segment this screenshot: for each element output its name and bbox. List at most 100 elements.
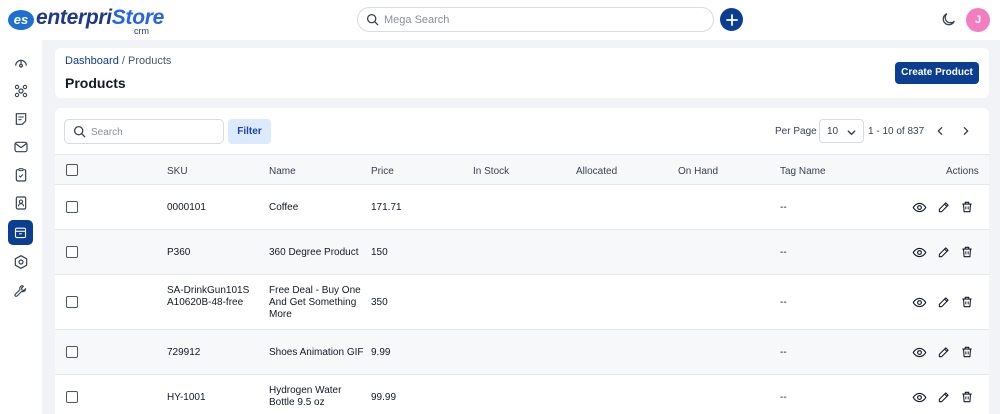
eye-icon (912, 202, 927, 213)
edit-button[interactable] (937, 345, 951, 359)
sidebar-item-dashboard[interactable] (8, 50, 33, 75)
tools-icon (13, 284, 26, 297)
edit-button[interactable] (937, 295, 951, 309)
next-page-button[interactable] (957, 122, 975, 140)
cell-tag-name: -- (780, 392, 787, 403)
sidebar-item-tools[interactable] (8, 278, 33, 303)
view-button[interactable] (912, 245, 927, 260)
trash-icon (962, 296, 972, 308)
cell-price: 99.99 (371, 392, 397, 403)
cell-price: 150 (371, 247, 388, 258)
row-checkbox[interactable] (66, 346, 78, 358)
delete-button[interactable] (960, 390, 974, 404)
table-header: SKU Name Price In Stock Allocated On Han… (55, 154, 989, 185)
cell-sku: P360 (167, 247, 191, 258)
sidebar-item-products[interactable] (8, 220, 33, 245)
sidebar-item-mail[interactable] (8, 134, 33, 159)
plus-icon (725, 13, 738, 26)
contacts-icon (15, 195, 26, 210)
orders-icon (15, 112, 26, 125)
per-page-label: Per Page (775, 126, 817, 137)
sidebar-item-settings[interactable] (8, 249, 33, 274)
eye-icon (912, 247, 927, 258)
logo-name-part1: enterpri (36, 6, 112, 29)
table-row[interactable]: 0000101 Coffee 171.71 -- (55, 185, 989, 230)
per-page-select[interactable]: 10 (819, 119, 864, 143)
sidebar-item-integrations[interactable] (8, 78, 33, 103)
dark-mode-toggle[interactable] (940, 11, 957, 28)
select-all-checkbox[interactable] (66, 164, 78, 176)
chevron-down-icon (846, 127, 857, 138)
trash-icon (962, 201, 972, 213)
breadcrumb-separator: / (118, 55, 128, 67)
mail-icon (13, 141, 28, 152)
mega-search-box[interactable] (357, 7, 714, 32)
edit-button[interactable] (937, 200, 951, 214)
sidebar-item-contacts[interactable] (8, 190, 33, 215)
page-header: Dashboard / Products Products Create Pro… (55, 48, 989, 98)
row-checkbox[interactable] (66, 296, 78, 308)
eye-icon (912, 347, 927, 358)
column-header-name[interactable]: Name (269, 166, 296, 177)
edit-icon (938, 297, 949, 308)
top-bar: es enterpriStore crm J (0, 0, 1000, 40)
sidebar (0, 40, 42, 414)
trash-icon (962, 346, 972, 358)
moon-icon (942, 13, 955, 26)
sidebar-item-tasks[interactable] (8, 162, 33, 187)
delete-button[interactable] (960, 345, 974, 359)
prev-page-button[interactable] (931, 122, 949, 140)
create-product-button[interactable]: Create Product (895, 62, 979, 84)
edit-icon (938, 392, 949, 403)
cell-name: 360 Degree Product (269, 247, 359, 258)
column-header-tag-name[interactable]: Tag Name (780, 166, 826, 177)
user-avatar[interactable]: J (966, 8, 990, 32)
edit-button[interactable] (937, 245, 951, 259)
view-button[interactable] (912, 295, 927, 310)
mega-search-input[interactable] (384, 11, 704, 29)
chevron-right-icon (963, 127, 969, 135)
delete-button[interactable] (960, 200, 974, 214)
filter-button[interactable]: Filter (228, 119, 271, 144)
table-row[interactable]: P360 360 Degree Product 150 -- (55, 230, 989, 275)
row-checkbox[interactable] (66, 201, 78, 213)
app-logo[interactable]: es enterpriStore crm (8, 6, 168, 36)
eye-icon (912, 392, 927, 403)
table-search-input[interactable] (91, 123, 217, 141)
logo-sub: crm (134, 26, 149, 36)
row-checkbox[interactable] (66, 391, 78, 403)
cell-price: 9.99 (371, 347, 391, 358)
edit-icon (938, 347, 949, 358)
delete-button[interactable] (960, 295, 974, 309)
edit-button[interactable] (937, 390, 951, 404)
dashboard-icon (14, 59, 27, 68)
sidebar-item-orders[interactable] (8, 106, 33, 131)
column-header-in-stock[interactable]: In Stock (473, 166, 509, 177)
column-header-allocated[interactable]: Allocated (576, 166, 617, 177)
view-button[interactable] (912, 345, 927, 360)
row-checkbox[interactable] (66, 246, 78, 258)
cell-name: Hydrogen Water Bottle 9.5 oz (269, 385, 342, 408)
delete-button[interactable] (960, 245, 974, 259)
cell-sku: SA-DrinkGun101SA10620B-48-free (167, 285, 250, 308)
column-header-sku[interactable]: SKU (167, 166, 188, 177)
quick-add-button[interactable] (720, 8, 743, 31)
table-row[interactable]: SA-DrinkGun101SA10620B-48-free Free Deal… (55, 275, 989, 330)
edit-icon (938, 247, 949, 258)
column-header-actions: Actions (946, 166, 979, 177)
view-button[interactable] (912, 390, 927, 405)
column-header-on-hand[interactable]: On Hand (678, 166, 718, 177)
pagination-range: 1 - 10 of 837 (868, 126, 925, 137)
breadcrumb-dashboard-link[interactable]: Dashboard (65, 55, 119, 67)
clipboard-icon (15, 167, 26, 182)
table-row[interactable]: HY-1001 Hydrogen Water Bottle 9.5 oz 99.… (55, 375, 989, 414)
view-button[interactable] (912, 200, 927, 215)
eye-icon (912, 297, 927, 308)
column-header-price[interactable]: Price (371, 166, 394, 177)
trash-icon (962, 246, 972, 258)
cell-name: Free Deal - Buy One And Get Something Mo… (269, 285, 361, 320)
table-search-box[interactable] (64, 119, 224, 144)
integrations-icon (14, 84, 27, 97)
cell-tag-name: -- (780, 297, 787, 308)
table-row[interactable]: 729912 Shoes Animation GIF 9.99 -- (55, 330, 989, 375)
